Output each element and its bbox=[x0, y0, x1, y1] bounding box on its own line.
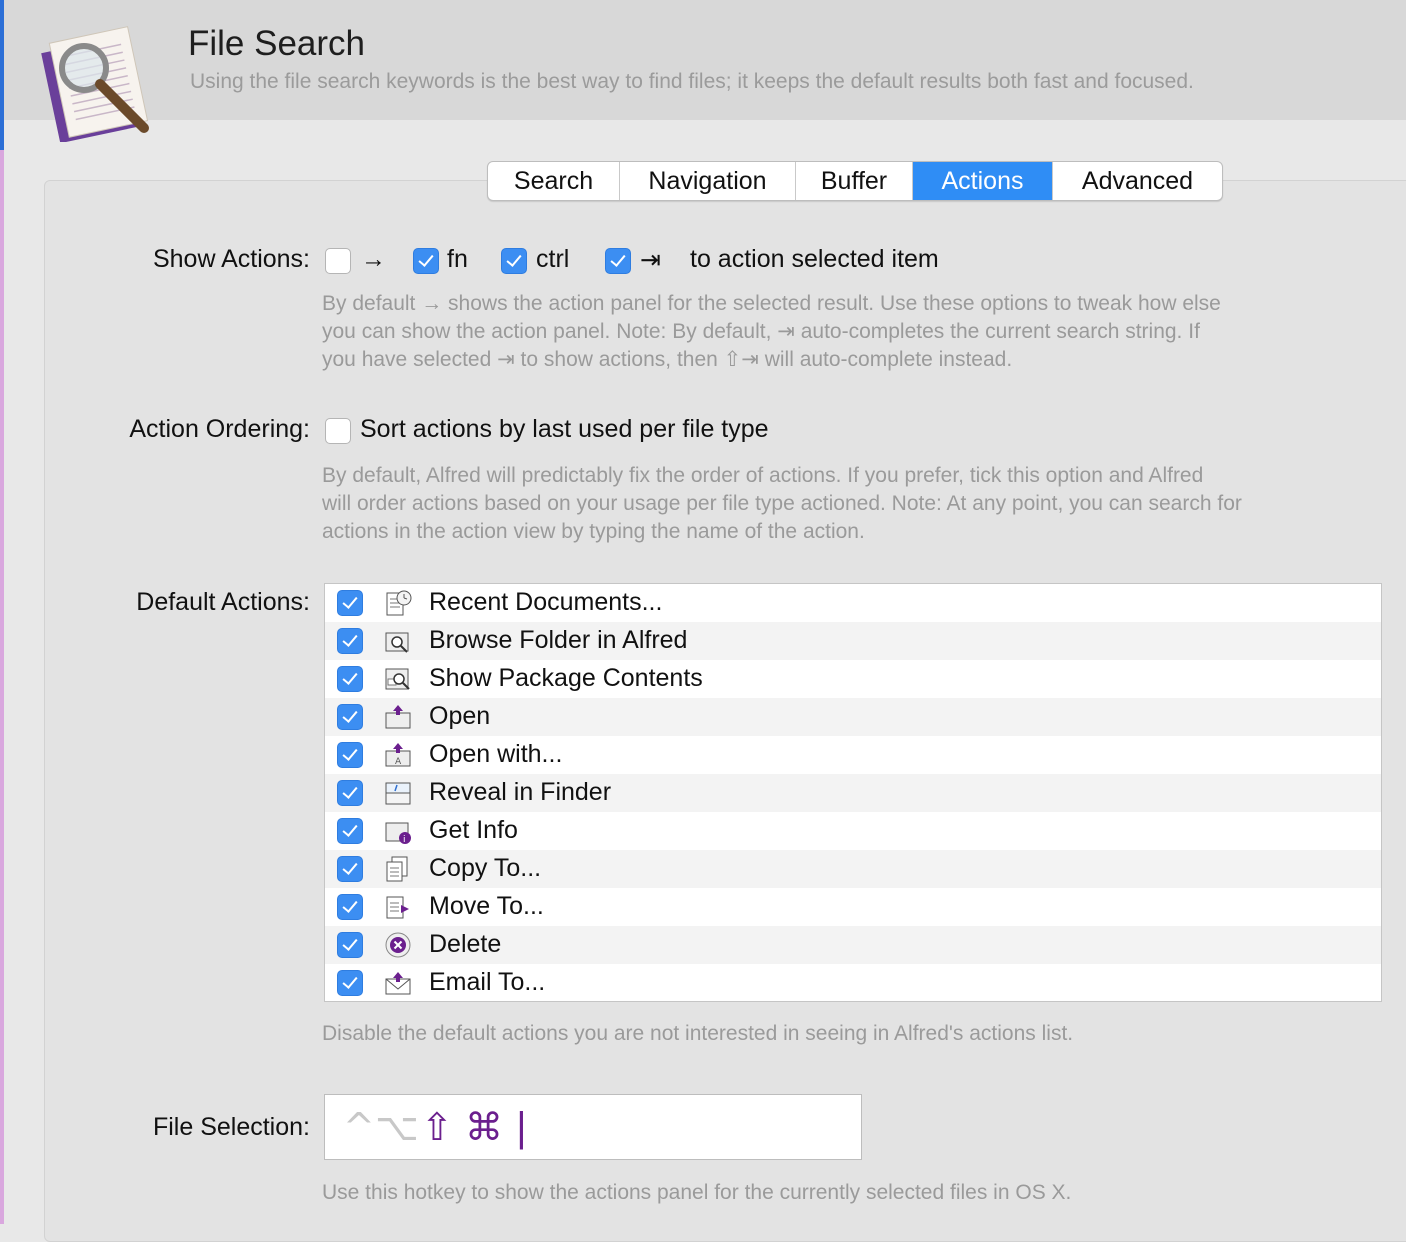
ctrl-key-label: ctrl bbox=[536, 245, 570, 273]
show-actions-label: Show Actions: bbox=[152, 245, 310, 273]
command-modifier: ⌘ bbox=[465, 1105, 503, 1149]
show-actions-description: By default → shows the action panel for … bbox=[322, 292, 1221, 371]
file-selection-hotkey-field[interactable]: ^ ⌥ ⇧ ⌘ | bbox=[324, 1094, 862, 1160]
svg-text:i: i bbox=[403, 835, 406, 845]
right-arrow-key-label: → bbox=[361, 245, 386, 273]
copy-icon bbox=[386, 856, 408, 882]
list-item[interactable]: Show Package Contents bbox=[325, 660, 1381, 698]
option-modifier: ⌥ bbox=[375, 1105, 419, 1149]
open-with-checkbox[interactable] bbox=[337, 742, 363, 768]
tab-bar: Search Navigation Buffer Actions Advance… bbox=[487, 161, 1223, 201]
file-search-app-icon bbox=[41, 26, 149, 142]
show-package-contents-checkbox[interactable] bbox=[337, 666, 363, 692]
open-checkbox[interactable] bbox=[337, 704, 363, 730]
show-actions-ctrl-checkbox[interactable] bbox=[501, 248, 527, 274]
list-item[interactable]: Browse Folder in Alfred bbox=[325, 622, 1381, 660]
file-selection-label: File Selection: bbox=[152, 1113, 310, 1141]
action-ordering-label: Action Ordering: bbox=[129, 415, 310, 443]
list-item[interactable]: Recent Documents... bbox=[325, 584, 1381, 622]
delete-checkbox[interactable] bbox=[337, 932, 363, 958]
tab-actions[interactable]: Actions bbox=[913, 162, 1053, 200]
show-actions-right-arrow-checkbox[interactable] bbox=[325, 248, 351, 274]
list-item[interactable]: Copy To... bbox=[325, 850, 1381, 888]
tab-search[interactable]: Search bbox=[488, 162, 620, 200]
list-item-label: Get Info bbox=[429, 816, 518, 844]
sort-actions-checkbox[interactable] bbox=[325, 418, 351, 444]
show-actions-suffix: to action selected item bbox=[690, 245, 939, 273]
list-item[interactable]: Open bbox=[325, 698, 1381, 736]
tab-buffer[interactable]: Buffer bbox=[796, 162, 913, 200]
email-icon bbox=[385, 972, 411, 995]
file-selection-description: Use this hotkey to show the actions pane… bbox=[322, 1181, 1072, 1204]
list-item[interactable]: Delete bbox=[325, 926, 1381, 964]
fn-key-label: fn bbox=[447, 245, 468, 273]
list-item-label: Delete bbox=[429, 930, 502, 958]
action-ordering-description: By default, Alfred will predictably fix … bbox=[322, 464, 1242, 543]
tab-navigation[interactable]: Navigation bbox=[620, 162, 796, 200]
list-item[interactable]: Email To... bbox=[325, 964, 1381, 1002]
default-actions-label: Default Actions: bbox=[136, 588, 310, 616]
list-item-label: Browse Folder in Alfred bbox=[429, 626, 688, 654]
open-folder-icon bbox=[385, 705, 411, 729]
move-icon bbox=[386, 896, 409, 919]
shift-modifier: ⇧ bbox=[421, 1105, 453, 1149]
tab-key-label: ⇥ bbox=[640, 246, 661, 274]
list-item-label: Recent Documents... bbox=[429, 588, 663, 616]
reveal-in-finder-checkbox[interactable] bbox=[337, 780, 363, 806]
show-actions-fn-checkbox[interactable] bbox=[413, 248, 439, 274]
browse-folder-icon bbox=[385, 632, 409, 653]
list-item[interactable]: Reveal in Finder bbox=[325, 774, 1381, 812]
list-item-label: Move To... bbox=[429, 892, 544, 920]
open-with-icon: A bbox=[385, 743, 411, 767]
browse-folder-checkbox[interactable] bbox=[337, 628, 363, 654]
move-to-checkbox[interactable] bbox=[337, 894, 363, 920]
page-subtitle: Using the file search keywords is the be… bbox=[190, 70, 1194, 93]
email-to-checkbox[interactable] bbox=[337, 970, 363, 996]
package-contents-icon bbox=[385, 668, 410, 690]
list-item[interactable]: Move To... bbox=[325, 888, 1381, 926]
list-item-label: Open with... bbox=[429, 740, 563, 768]
tab-advanced[interactable]: Advanced bbox=[1053, 162, 1222, 200]
hotkey-key: | bbox=[515, 1105, 528, 1149]
copy-to-checkbox[interactable] bbox=[337, 856, 363, 882]
sort-actions-label: Sort actions by last used per file type bbox=[360, 415, 769, 443]
default-actions-list: Recent Documents... Browse Folder in Alf… bbox=[324, 583, 1382, 1002]
recent-documents-checkbox[interactable] bbox=[337, 590, 363, 616]
list-item-label: Email To... bbox=[429, 968, 546, 996]
window-edge bbox=[0, 0, 4, 1224]
list-item-label: Show Package Contents bbox=[429, 664, 703, 692]
control-modifier: ^ bbox=[343, 1105, 375, 1149]
get-info-checkbox[interactable] bbox=[337, 818, 363, 844]
show-actions-tab-checkbox[interactable] bbox=[605, 248, 631, 274]
page-title: File Search bbox=[188, 24, 366, 63]
default-actions-description: Disable the default actions you are not … bbox=[322, 1022, 1074, 1045]
list-item[interactable]: i Get Info bbox=[325, 812, 1381, 850]
list-item[interactable]: A Open with... bbox=[325, 736, 1381, 774]
finder-icon bbox=[385, 782, 411, 805]
list-item-label: Open bbox=[429, 702, 491, 730]
svg-text:A: A bbox=[395, 757, 402, 767]
list-item-label: Copy To... bbox=[429, 854, 542, 882]
info-icon: i bbox=[385, 822, 411, 845]
list-item-label: Reveal in Finder bbox=[429, 778, 612, 806]
delete-icon bbox=[385, 932, 411, 958]
preferences-header: File Search Using the file search keywor… bbox=[4, 0, 1406, 142]
recent-documents-icon bbox=[386, 590, 412, 616]
